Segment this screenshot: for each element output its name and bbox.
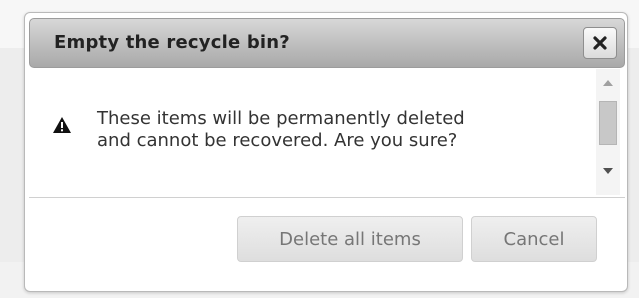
dialog-title: Empty the recycle bin? <box>54 32 290 53</box>
dialog-footer: Delete all items Cancel <box>29 198 625 288</box>
dialog-titlebar: Empty the recycle bin? <box>29 18 625 68</box>
delete-all-button[interactable]: Delete all items <box>237 216 463 262</box>
scroll-down-arrow[interactable] <box>596 163 620 179</box>
message-line-1: These items will be permanently deleted <box>97 108 465 129</box>
confirm-dialog: Empty the recycle bin? These items will … <box>24 12 628 292</box>
message-line-2: and cannot be recovered. Are you sure? <box>97 130 458 151</box>
content-scrollbar[interactable] <box>596 69 620 195</box>
dialog-message: These items will be permanently deleted … <box>97 108 587 152</box>
scrollbar-thumb[interactable] <box>599 101 617 145</box>
cancel-button[interactable]: Cancel <box>471 216 597 262</box>
chevron-up-icon <box>603 80 613 86</box>
chevron-down-icon <box>603 168 613 174</box>
close-button[interactable] <box>583 27 617 59</box>
warning-triangle-icon <box>52 116 72 134</box>
dialog-content: These items will be permanently deleted … <box>29 69 599 195</box>
close-icon <box>592 35 608 51</box>
scroll-up-arrow[interactable] <box>596 75 620 91</box>
